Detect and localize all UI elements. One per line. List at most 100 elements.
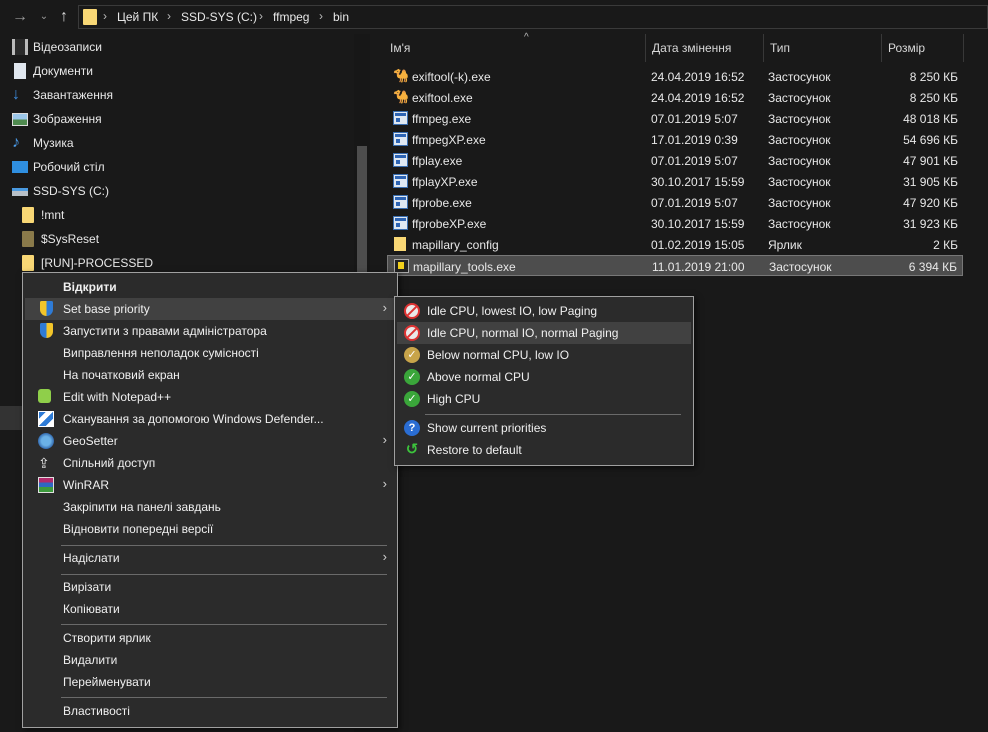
file-date: 30.10.2017 15:59 [651,175,745,189]
nav-item-pictures[interactable]: Зображення [0,107,354,131]
breadcrumb-separator: › [259,9,263,23]
menu-item-defender-scan[interactable]: Сканування за допомогою Windows Defender… [25,408,395,430]
menu-item-run-as-admin[interactable]: Запустити з правами адміністратора [25,320,395,342]
menu-item-open[interactable]: Відкрити [25,276,395,298]
file-size: 54 696 КБ [903,133,958,147]
pictures-icon [12,113,28,126]
help-icon: ? [404,420,420,436]
submenu-item-high[interactable]: ✓ High CPU [397,388,691,410]
submenu-item-show-priorities[interactable]: ? Show current priorities [397,417,691,439]
menu-item-properties[interactable]: Властивості [25,700,395,722]
file-row[interactable]: 🐪 exiftool(-k).exe 24.04.2019 16:52 Заст… [387,66,963,87]
back-arrow-icon[interactable]: → [10,6,30,28]
menu-item-edit-notepadpp[interactable]: Edit with Notepad++ [25,386,395,408]
nav-label: Відеозаписи [33,40,102,54]
column-header-label: Ім'я [390,41,411,55]
submenu-item-label: Restore to default [427,443,522,457]
column-header-name[interactable]: ^ Ім'я [384,32,646,62]
nav-label: [RUN]-PROCESSED [41,256,154,270]
menu-item-send-to[interactable]: Надіслати › [25,547,395,569]
file-row[interactable]: mapillary_config 01.02.2019 15:05 Ярлик … [387,234,963,255]
drive-icon [12,188,28,196]
file-row[interactable]: ffprobeXP.exe 30.10.2017 15:59 Застосуно… [387,213,963,234]
nav-item-music[interactable]: ♪ Музика [0,131,354,155]
file-row-selected[interactable]: mapillary_tools.exe 11.01.2019 21:00 Зас… [387,255,963,276]
nav-item-desktop[interactable]: Робочий стіл [0,155,354,179]
breadcrumb-ffmpeg[interactable]: ffmpeg [273,10,309,24]
file-row[interactable]: ffmpeg.exe 07.01.2019 5:07 Застосунок 48… [387,108,963,129]
menu-item-geosetter[interactable]: GeoSetter › [25,430,395,452]
exe-icon [393,195,408,209]
submenu-item-above-normal[interactable]: ✓ Above normal CPU [397,366,691,388]
file-name: mapillary_config [412,238,499,252]
column-header-date[interactable]: Дата змінення [646,34,764,62]
column-header-size[interactable]: Розмір [882,34,964,62]
idle-icon [404,325,420,341]
menu-item-label: Вирізати [63,580,112,594]
file-type: Застосунок [768,70,831,84]
high-icon: ✓ [404,391,420,407]
breadcrumb-bin[interactable]: bin [333,10,349,24]
file-row[interactable]: ffprobe.exe 07.01.2019 5:07 Застосунок 4… [387,192,963,213]
folder-icon [22,207,34,223]
nav-item-drive[interactable]: SSD-SYS (C:) [0,179,354,203]
menu-item-restore-versions[interactable]: Відновити попередні версії [25,518,395,540]
chevron-right-icon: › [382,549,387,564]
menu-item-winrar[interactable]: WinRAR › [25,474,395,496]
file-row[interactable]: 🐪 exiftool.exe 24.04.2019 16:52 Застосун… [387,87,963,108]
nav-label: Зображення [33,112,102,126]
breadcrumb-this-pc[interactable]: Цей ПК [117,10,158,24]
menu-item-pin-start[interactable]: На початковий екран [25,364,395,386]
up-arrow-icon[interactable]: ↑ [54,6,74,28]
menu-item-label: Створити ярлик [63,631,151,645]
file-size: 6 394 КБ [908,260,957,274]
nav-item-videos[interactable]: Відеозаписи [0,35,354,59]
above-normal-icon: ✓ [404,369,420,385]
nav-item-sysreset[interactable]: $SysReset [0,227,354,251]
recent-dropdown-icon[interactable]: ⌄ [34,6,54,28]
file-name: exiftool.exe [412,91,473,105]
videos-icon [12,39,28,55]
nav-item-documents[interactable]: Документи [0,59,354,83]
file-date: 01.02.2019 15:05 [651,238,745,252]
file-name: ffprobe.exe [412,196,472,210]
menu-item-label: WinRAR [63,478,110,492]
music-icon: ♪ [12,134,20,151]
file-row[interactable]: ffplayXP.exe 30.10.2017 15:59 Застосунок… [387,171,963,192]
menu-item-copy[interactable]: Копіювати [25,598,395,620]
chevron-right-icon: › [382,432,387,447]
menu-item-cut[interactable]: Вирізати [25,576,395,598]
breadcrumb-drive[interactable]: SSD-SYS (C:) [181,10,257,24]
column-header-label: Тип [770,41,791,55]
file-row[interactable]: ffplay.exe 07.01.2019 5:07 Застосунок 47… [387,150,963,171]
menu-item-rename[interactable]: Перейменувати [25,671,395,693]
exe-icon [393,216,408,230]
submenu-item-idle-lowest[interactable]: Idle CPU, lowest IO, low Paging [397,300,691,322]
menu-item-share[interactable]: ⇪ Спільний доступ [25,452,395,474]
file-date: 24.04.2019 16:52 [651,70,745,84]
menu-item-pin-taskbar[interactable]: Закріпити на панелі завдань [25,496,395,518]
breadcrumb-separator: › [319,9,323,23]
uac-shield-icon [40,323,53,338]
file-row[interactable]: ffmpegXP.exe 17.01.2019 0:39 Застосунок … [387,129,963,150]
nav-item-mnt[interactable]: !mnt [0,203,354,227]
file-size: 8 250 КБ [909,70,958,84]
menu-item-troubleshoot-compat[interactable]: Виправлення неполадок сумісності [25,342,395,364]
menu-item-label: Видалити [63,653,118,667]
submenu-item-idle-normal[interactable]: Idle CPU, normal IO, normal Paging [397,322,691,344]
menu-item-set-base-priority[interactable]: Set base priority › [25,298,395,320]
nav-item-downloads[interactable]: ↓ Завантаження [0,83,354,107]
menu-item-create-shortcut[interactable]: Створити ярлик [25,627,395,649]
share-icon: ⇪ [38,455,50,471]
restore-icon: ↺ [405,441,419,458]
column-header-type[interactable]: Тип [764,34,882,62]
submenu-item-label: Below normal CPU, low IO [427,348,570,362]
app-icon [394,259,409,273]
submenu-item-restore-default[interactable]: ↺ Restore to default [397,439,691,461]
submenu-item-below-normal[interactable]: ✓ Below normal CPU, low IO [397,344,691,366]
menu-item-delete[interactable]: Видалити [25,649,395,671]
menu-separator [61,697,387,698]
file-name: ffplayXP.exe [412,175,478,189]
breadcrumb[interactable]: › Цей ПК › SSD-SYS (C:) › ffmpeg › bin [78,5,988,29]
menu-item-label: Копіювати [63,602,120,616]
